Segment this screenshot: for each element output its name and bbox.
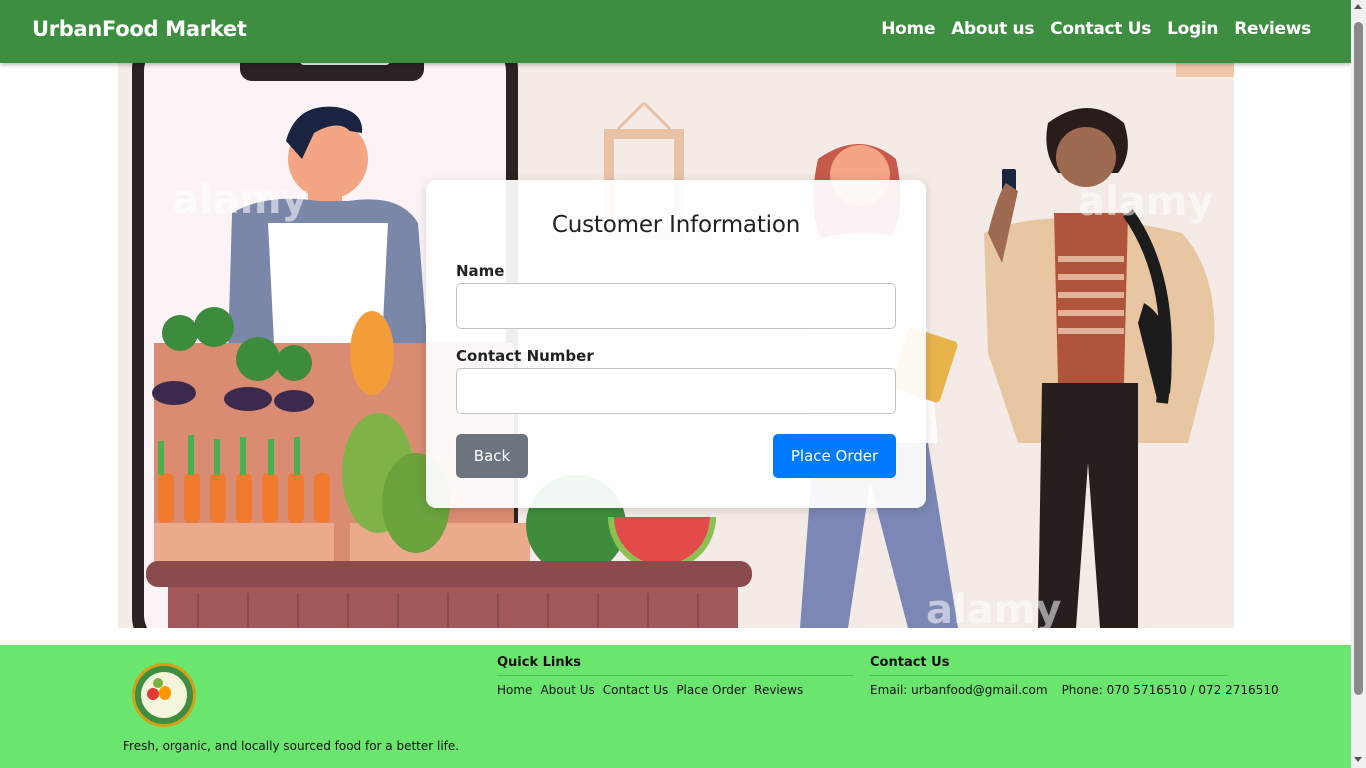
place-order-button[interactable]: Place Order [773,434,896,478]
brand-logo-text[interactable]: UrbanFood Market [32,17,247,41]
scrollbar-thumb[interactable] [1354,22,1363,695]
logo-apple-icon [147,688,159,700]
contact-number-label: Contact Number [456,347,594,365]
footer-link-about[interactable]: About Us [540,683,594,697]
logo-lime-icon [153,678,163,688]
customer-info-card: Customer Information Name Contact Number… [426,180,926,508]
nav-link-about[interactable]: About us [951,19,1034,39]
footer-link-place-order[interactable]: Place Order [676,683,746,697]
svg-text:alamy: alamy [172,177,307,223]
form-title: Customer Information [551,212,801,238]
contact-divider [870,675,1228,676]
footer-link-contact[interactable]: Contact Us [603,683,669,697]
nav-link-reviews[interactable]: Reviews [1234,19,1311,39]
footer-contact-info: Email: urbanfood@gmail.com Phone: 070 57… [870,683,1279,697]
nav-link-home[interactable]: Home [881,19,935,39]
quick-links-heading: Quick Links [497,655,582,670]
quick-links-divider [497,675,853,676]
footer-link-home[interactable]: Home [497,683,532,697]
page-scrollbar[interactable] [1351,0,1366,768]
footer-phone: Phone: 070 5716510 / 072 2716510 [1061,683,1279,697]
nav-link-login[interactable]: Login [1167,19,1218,39]
contact-number-input[interactable] [456,368,896,414]
contact-heading: Contact Us [870,655,950,670]
scroll-up-arrow-icon[interactable] [1354,4,1362,9]
navbar: UrbanFood Market Home About us Contact U… [0,0,1351,63]
logo-orange-icon [159,686,171,700]
footer-tagline: Fresh, organic, and locally sourced food… [123,739,460,753]
nav-link-contact[interactable]: Contact Us [1050,19,1151,39]
svg-text:alamy: alamy [926,587,1061,628]
back-button[interactable]: Back [456,434,528,478]
footer-email: Email: urbanfood@gmail.com [870,683,1048,697]
name-input[interactable] [456,283,896,329]
urbanfood-logo-icon [132,663,196,727]
svg-text:alamy: alamy [1078,179,1213,225]
name-label: Name [456,262,505,280]
scroll-down-arrow-icon[interactable] [1354,757,1362,762]
nav-links: Home About us Contact Us Login Reviews [881,19,1311,39]
footer-link-reviews[interactable]: Reviews [754,683,803,697]
footer-quick-links: Home About Us Contact Us Place Order Rev… [497,683,803,697]
